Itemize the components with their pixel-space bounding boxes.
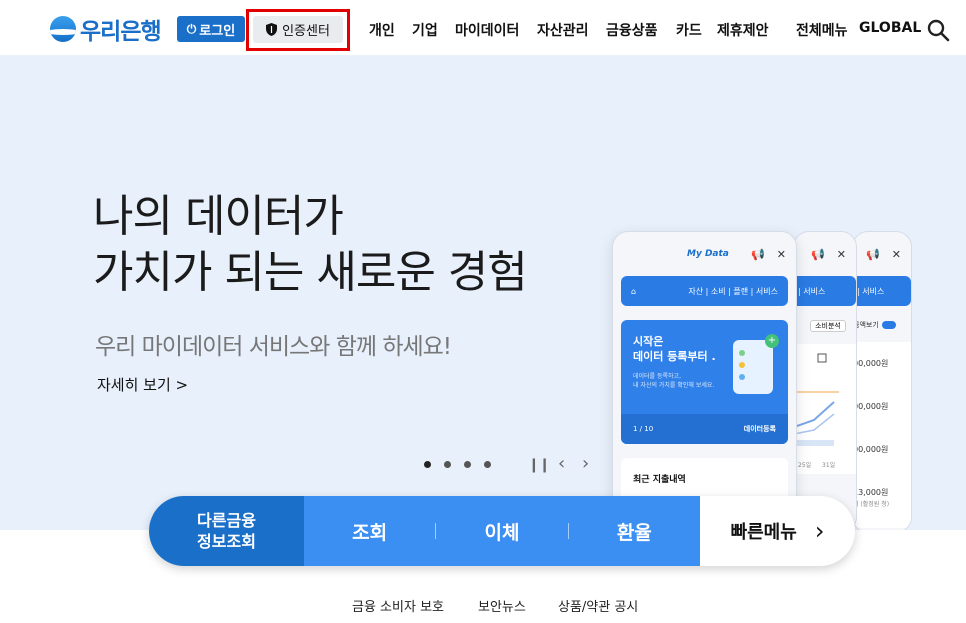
phone-mockup-3: 📢 ✕ | 서비스 금액보기 00,000원 00,000원 00,000원 1…	[852, 231, 912, 530]
amount-2: 00,000원	[853, 402, 889, 411]
other-finance-line1: 다른금융	[197, 511, 256, 530]
phone-nav-bar: | 서비스	[794, 276, 856, 306]
slide-dot-2[interactable]	[444, 461, 451, 468]
nav-corporate[interactable]: 기업	[412, 20, 438, 40]
megaphone-icon: 📢	[811, 247, 825, 261]
woori-bank-logo[interactable]: 우리은행	[50, 14, 162, 45]
spending-chart	[794, 353, 839, 446]
nav-all-menu[interactable]: 전체메뉴	[796, 20, 848, 40]
nav-card[interactable]: 카드	[676, 20, 702, 40]
card-desc-1: 데이터를 등록하고,	[633, 373, 681, 380]
nav-asset-management[interactable]: 자산관리	[537, 20, 589, 40]
amount-1: 00,000원	[853, 359, 889, 368]
exchange-rate-button[interactable]: 환율	[569, 518, 700, 545]
chevron-right-icon: ›	[814, 517, 825, 545]
phone-nav-items: 자산 | 소비 | 플랜 | 서비스	[688, 286, 778, 296]
nav-global[interactable]: GLOBAL	[859, 20, 921, 36]
security-news-link[interactable]: 보안뉴스	[478, 596, 526, 615]
product-terms-link[interactable]: 상품/약관 공시	[558, 596, 638, 615]
login-label: 로그인	[199, 23, 236, 39]
consumer-protection-link[interactable]: 금융 소비자 보호	[352, 596, 444, 615]
card-desc-2: 내 자산의 가치를 확인해 보세요.	[633, 382, 715, 389]
hero-banner: 나의 데이터가 가치가 되는 새로운 경험 우리 마이데이터 서비스와 함께 하…	[0, 55, 966, 530]
hero-title-line1: 나의 데이터가	[93, 191, 344, 242]
close-icon: ✕	[776, 247, 786, 261]
phone-mockup-1: My Data 📢 ✕ ⌂ 자산 | 소비 | 플랜 | 서비스 시작은 데이터…	[612, 231, 797, 530]
header: 우리은행 ⏻ 로그인 인증센터 개인 기업 마이데이터 자산관리 금융상품 카드…	[0, 0, 966, 55]
hero-title: 나의 데이터가 가치가 되는 새로운 경험	[93, 189, 528, 301]
power-icon: ⏻	[186, 21, 197, 36]
phone-toggle: 금액보기	[853, 320, 911, 330]
amount-3: 00,000원	[853, 445, 889, 454]
close-icon: ✕	[891, 247, 901, 261]
hero-title-line2: 가치가 되는 새로운 경험	[93, 247, 528, 298]
home-icon: ⌂	[631, 286, 637, 296]
nav-personal[interactable]: 개인	[369, 20, 395, 40]
nav-partnership[interactable]: 제휴제안	[717, 20, 769, 40]
register-data-card[interactable]: 시작은 데이터 등록부터 . 데이터를 등록하고, 내 자산의 가치를 확인해 …	[621, 320, 788, 444]
hero-subtitle: 우리 마이데이터 서비스와 함께 하세요!	[95, 334, 452, 360]
search-icon[interactable]	[926, 18, 950, 42]
card-title-2: 데이터 등록부터 .	[633, 350, 716, 363]
hero-more-link[interactable]: 자세히 보기 >	[97, 374, 188, 395]
chart-day-1: 25일	[798, 462, 812, 469]
toggle-switch	[881, 321, 896, 329]
mydata-brand: My Data	[687, 249, 729, 259]
phone-chart-card: 25일 31일	[794, 344, 856, 474]
megaphone-icon: 📢	[751, 247, 765, 261]
quick-menu-label: 빠른메뉴	[730, 522, 797, 543]
next-slide-icon[interactable]: ›	[582, 453, 589, 474]
close-icon: ✕	[836, 247, 846, 261]
quick-menu-bar: 다른금융 정보조회 조회 이체 환율 빠른메뉴 ›	[149, 496, 855, 566]
card-title-1: 시작은	[633, 335, 664, 348]
pause-icon[interactable]: ❙❙	[528, 457, 550, 473]
other-finance-line2: 정보조회	[197, 532, 256, 551]
slide-dot-4[interactable]	[484, 461, 491, 468]
logo-text: 우리은행	[80, 19, 162, 45]
slide-dot-1[interactable]	[424, 461, 431, 468]
amount-note: 기 (활정원 청)	[853, 501, 890, 508]
slide-indicators	[424, 461, 491, 468]
phone-mockup-2: 📢 ✕ | 서비스 소비분석 25일 31일	[793, 231, 857, 530]
chart-day-2: 31일	[822, 462, 836, 469]
phone-illustration-icon: +	[733, 334, 779, 394]
phone-amount-list: 00,000원 00,000원 00,000원 13,000원 기 (활정원 청…	[853, 342, 911, 528]
slide-dot-3[interactable]	[464, 461, 471, 468]
amount-4: 13,000원	[853, 488, 889, 497]
inquiry-button[interactable]: 조회	[304, 518, 435, 545]
recent-spending-title: 최근 지출내역	[633, 475, 686, 485]
login-button[interactable]: ⏻ 로그인	[177, 16, 245, 42]
phone-nav-bar: ⌂ 자산 | 소비 | 플랜 | 서비스	[621, 276, 788, 306]
logo-mark-icon	[50, 16, 76, 42]
consume-analysis-tag: 소비분석	[810, 320, 846, 332]
cert-center-highlight	[246, 9, 350, 51]
nav-financial-products[interactable]: 금융상품	[606, 20, 658, 40]
quick-menu-button[interactable]: 빠른메뉴 ›	[700, 496, 855, 566]
prev-slide-icon[interactable]: ‹	[558, 453, 565, 474]
other-finance-inquiry-button[interactable]: 다른금융 정보조회	[149, 496, 304, 566]
phone-nav-bar: | 서비스	[853, 276, 911, 306]
register-data-link[interactable]: 데이터등록	[744, 424, 776, 434]
quick-actions: 조회 이체 환율	[304, 496, 700, 566]
nav-mydata[interactable]: 마이데이터	[455, 20, 519, 40]
card-page: 1 / 10	[633, 425, 654, 433]
transfer-button[interactable]: 이체	[436, 518, 567, 545]
megaphone-icon: 📢	[866, 247, 880, 261]
